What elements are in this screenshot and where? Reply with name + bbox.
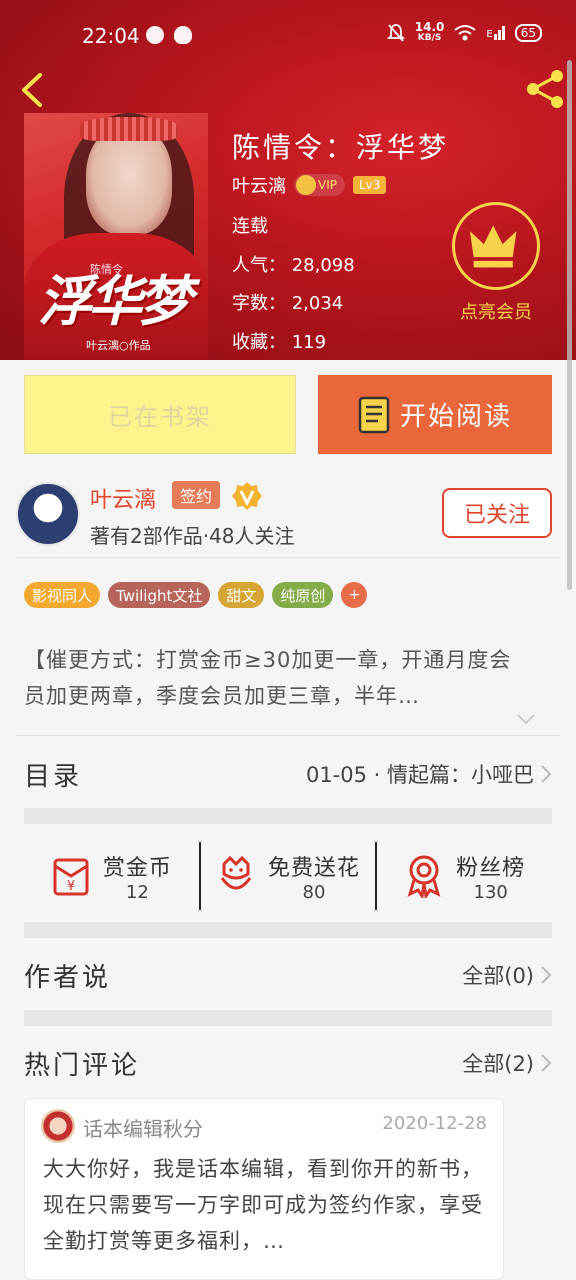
comment-date: 2020-12-28 [382, 1113, 487, 1134]
section-separator [24, 1010, 552, 1026]
network-speed-value: 14.0 [414, 20, 445, 34]
more-tags-button[interactable]: + [341, 582, 368, 608]
hot-comments-title: 热门评论 [24, 1050, 141, 1081]
back-arrow-icon[interactable] [16, 72, 48, 108]
serial-status: 连载 [232, 216, 268, 237]
send-flower-button[interactable]: 免费送花 80 [201, 836, 376, 916]
author-says-all: 全部(0) [462, 964, 534, 988]
author-stats: 著有2部作品·48人关注 [90, 524, 295, 548]
in-shelf-label: 已在书架 [108, 403, 212, 431]
bell-muted-icon [386, 24, 405, 42]
catalog-title: 目录 [24, 761, 83, 792]
book-header: 22:04 14.0 KB/S E 65 浮华梦 陈情令 叶云漓○作品 陈情令：… [0, 0, 576, 360]
medal-icon [407, 855, 441, 898]
send-flower-label: 免费送花 [268, 855, 361, 881]
start-reading-label: 开始阅读 [399, 402, 512, 432]
crown-icon [296, 175, 316, 195]
author-name[interactable]: 叶云漓 [90, 482, 156, 514]
hot-comments-row[interactable]: 热门评论 全部(2) [24, 1040, 552, 1086]
network-type: E [486, 29, 493, 40]
membership-button[interactable] [452, 202, 540, 290]
battery-indicator: 65 [514, 24, 542, 42]
book-icon [358, 396, 390, 433]
share-icon[interactable] [524, 68, 566, 110]
status-bar: 22:04 14.0 KB/S E 65 [0, 0, 576, 60]
in-shelf-button[interactable]: 已在书架 [24, 375, 296, 454]
book-title: 陈情令：浮华梦 [232, 131, 450, 164]
chevron-down-icon[interactable] [516, 712, 536, 726]
vip-badge: VIP [294, 174, 345, 196]
crown-icon [469, 225, 517, 268]
section-separator [24, 922, 552, 938]
membership-label[interactable]: 点亮会员 [452, 298, 540, 324]
book-author[interactable]: 叶云漓 [232, 172, 286, 198]
fan-ranking-value: 130 [473, 881, 508, 903]
catalog-row[interactable]: 目录 01-05 · 情起篇：小哑巴 [24, 752, 552, 796]
author-avatar[interactable] [16, 482, 80, 546]
author-says-title: 作者说 [24, 962, 112, 993]
send-flower-value: 80 [302, 881, 326, 903]
level-badge: Lv3 [352, 176, 387, 194]
latest-chapter: 01-05 · 情起篇：小哑巴 [305, 763, 534, 787]
fan-ranking-label: 粉丝榜 [456, 855, 526, 881]
book-description[interactable]: 【催更方式：打赏金币≥30加更一章，开通月度会员加更两章，季度会员加更三章，半年… [24, 642, 532, 714]
reward-coins-label: 赏金币 [102, 855, 172, 881]
tag-list: 影视同人 Twilight文社 甜文 纯原创 + [24, 582, 368, 608]
signed-badge: 签约 [172, 481, 221, 509]
status-indicators: 14.0 KB/S E 65 [386, 20, 542, 44]
popularity: 人气： 28,098 [232, 255, 355, 276]
commenter-avatar[interactable] [41, 1109, 75, 1143]
tag-item[interactable]: 影视同人 [24, 582, 101, 608]
verified-icon [232, 482, 262, 510]
divider [16, 557, 560, 558]
cover-title: 浮华梦 [38, 270, 192, 333]
reward-coins-button[interactable]: ¥ 赏金币 12 [24, 836, 199, 916]
chevron-right-icon [541, 1054, 552, 1072]
commenter-name[interactable]: 话本编辑秋分 [83, 1113, 203, 1142]
follow-label: 已关注 [463, 503, 530, 528]
wifi-icon [454, 25, 477, 41]
section-separator [24, 808, 552, 824]
tag-item[interactable]: Twilight文社 [108, 582, 211, 608]
vip-label: VIP [318, 178, 337, 192]
follow-button[interactable]: 已关注 [442, 488, 552, 538]
word-count: 字数： 2,034 [232, 293, 344, 314]
chevron-right-icon [541, 966, 552, 984]
comment-card[interactable]: 话本编辑秋分 2020-12-28 大大你好，我是话本编辑，看到你开的新书，现在… [24, 1098, 504, 1280]
tag-item[interactable]: 甜文 [218, 582, 265, 608]
fan-ranking-button[interactable]: 粉丝榜 130 [377, 836, 552, 916]
svg-text:¥: ¥ [67, 879, 75, 894]
book-author-row: 叶云漓 VIP Lv3 [232, 172, 387, 198]
divider [16, 735, 560, 736]
favorites-count: 收藏： 119 [232, 332, 327, 353]
qq-icon [174, 26, 192, 44]
network-speed: 14.0 KB/S [414, 20, 445, 44]
tag-item[interactable]: 纯原创 [272, 582, 334, 608]
chevron-right-icon [541, 765, 552, 783]
hot-comments-all: 全部(2) [462, 1052, 534, 1076]
signal-icon: E [486, 26, 505, 40]
cover-credit: 叶云漓○作品 [86, 339, 151, 352]
network-speed-unit: KB/S [417, 33, 442, 43]
book-detail-page: 22:04 14.0 KB/S E 65 浮华梦 陈情令 叶云漓○作品 陈情令：… [0, 0, 576, 1280]
author-says-row[interactable]: 作者说 全部(0) [24, 952, 552, 998]
book-cover[interactable]: 浮华梦 陈情令 叶云漓○作品 [24, 113, 208, 360]
start-reading-button[interactable]: 开始阅读 [318, 375, 552, 454]
cover-subtitle: 陈情令 [90, 263, 123, 276]
scrollbar[interactable] [567, 60, 572, 590]
reward-coins-value: 12 [125, 881, 149, 903]
reward-stats: ¥ 赏金币 12 免费送花 80 粉丝榜 130 [24, 836, 552, 916]
wechat-icon [146, 26, 164, 44]
comment-text: 大大你好，我是话本编辑，看到你开的新书，现在只需要写一万字即可成为签约作家，享受… [43, 1157, 483, 1253]
red-envelope-icon: ¥ [53, 858, 89, 896]
status-time: 22:04 [82, 24, 140, 48]
flower-icon [220, 855, 252, 890]
